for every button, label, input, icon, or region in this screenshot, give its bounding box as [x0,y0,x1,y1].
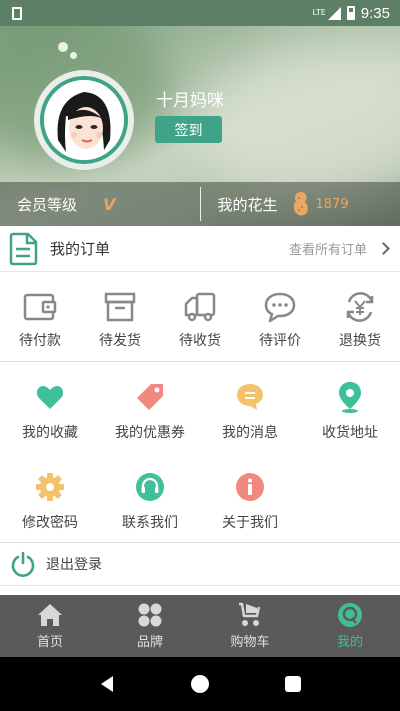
headset-icon [136,473,164,501]
feature-coupons[interactable]: 我的优惠券 [100,362,200,452]
feature-label: 我的优惠券 [115,425,185,441]
system-nav-bar [0,657,400,711]
clock: 9:35 [360,4,390,22]
order-document-icon [9,232,38,265]
tab-cart[interactable]: 购物车 [200,595,300,657]
feature-about-us[interactable]: 关于我们 [200,452,300,542]
view-all-orders-link[interactable]: 查看所有订单 [289,239,367,258]
power-icon [11,551,35,577]
signin-button[interactable]: 签到 [155,116,222,143]
order-status-row: 待付款 待发货 待收货 待评价 退换货 [0,272,400,362]
tab-label: 品牌 [136,635,163,650]
order-status-pending-payment[interactable]: 待付款 [0,272,80,361]
my-orders-row[interactable]: 我的订单 查看所有订单 [0,226,400,272]
member-level[interactable]: 会员等级 V [0,182,200,226]
avatar[interactable] [34,70,134,170]
order-status-pending-shipment[interactable]: 待发货 [80,272,160,361]
tab-brand[interactable]: 品牌 [100,595,200,657]
tab-label: 我的 [336,635,363,650]
back-icon[interactable] [97,674,117,694]
order-status-pending-receipt[interactable]: 待收货 [160,272,240,361]
tab-label: 购物车 [230,635,270,650]
feature-label: 联系我们 [122,515,178,531]
feature-messages[interactable]: 我的消息 [200,362,300,452]
feature-label: 修改密码 [22,515,78,531]
order-status-label: 待付款 [19,333,61,349]
feature-label: 收货地址 [322,425,378,441]
order-status-label: 待收货 [179,333,221,349]
sim-card-icon [12,6,22,20]
box-icon [104,292,136,322]
message-icon [237,384,263,410]
order-status-pending-review[interactable]: 待评价 [240,272,320,361]
chat-bubble-icon [264,292,296,323]
order-status-label: 退换货 [339,333,381,349]
home-circle-icon[interactable] [190,674,210,694]
truck-icon [184,292,216,322]
battery-icon [346,6,355,20]
avatar-image [44,80,124,160]
my-peanuts[interactable]: 我的花生 1879 [201,182,400,226]
vip-badge: V [103,194,116,214]
gear-icon [36,473,64,501]
location-pin-icon [339,382,361,413]
yuan-refresh-icon [346,292,374,322]
wallet-icon [23,293,57,321]
feature-label: 关于我们 [222,515,278,531]
order-status-label: 待发货 [99,333,141,349]
chevron-right-icon [377,242,390,255]
profile-icon [338,603,362,627]
feature-label: 我的消息 [222,425,278,441]
order-status-label: 待评价 [259,333,301,349]
feature-address[interactable]: 收货地址 [300,362,400,452]
bottom-tab-bar: 首页 品牌 购物车 我的 [0,595,400,657]
network-type: LTE [312,8,326,17]
logout-row[interactable]: 退出登录 [0,542,400,586]
feature-contact-us[interactable]: 联系我们 [100,452,200,542]
profile-header: 十月妈咪 签到 会员等级 V 我的花生 1879 [0,26,400,226]
tab-mine[interactable]: 我的 [300,595,400,657]
status-bar: LTE 9:35 [0,0,400,26]
username: 十月妈咪 [156,91,224,111]
tab-label: 首页 [36,635,63,650]
peanut-count: 1879 [315,196,349,212]
heart-icon [36,386,64,409]
home-icon [38,604,62,626]
background-flower [58,42,68,52]
background-flower [70,52,77,59]
feature-change-password[interactable]: 修改密码 [0,452,100,542]
order-status-return-exchange[interactable]: 退换货 [320,272,400,361]
signal-icon [327,6,341,20]
member-info-bar: 会员等级 V 我的花生 1879 [0,182,400,226]
feature-favorites[interactable]: 我的收藏 [0,362,100,452]
tab-home[interactable]: 首页 [0,595,100,657]
peanut-label: 我的花生 [217,195,278,214]
feature-grid: 我的收藏 我的优惠券 我的消息 收货地址 修改密码 联系我们 关于我们 [0,362,400,542]
peanut-icon [293,192,308,216]
feature-label: 我的收藏 [22,425,78,441]
logout-label: 退出登录 [46,557,102,573]
tag-icon [137,384,163,410]
grid-icon [138,603,162,627]
recents-icon[interactable] [283,674,303,694]
my-orders-title: 我的订单 [50,240,111,258]
info-icon [236,473,264,501]
stroller-icon [239,602,261,626]
member-level-label: 会员等级 [17,195,78,214]
